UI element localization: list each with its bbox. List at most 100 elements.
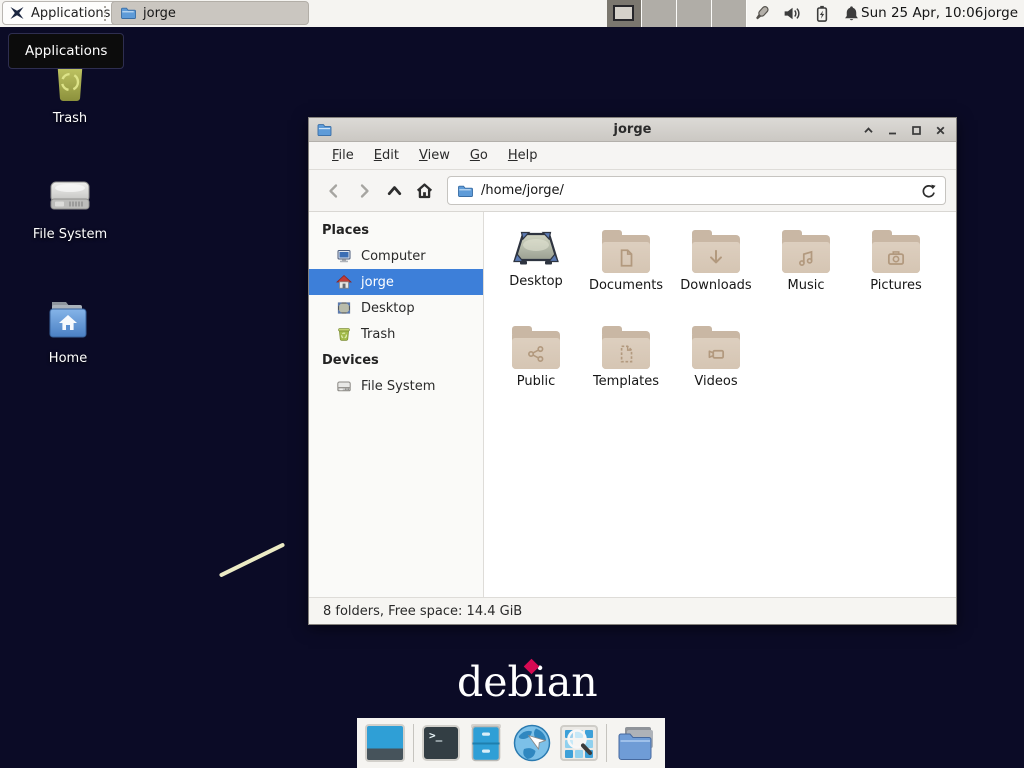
harddrive-icon — [46, 172, 94, 220]
dock-separator — [413, 724, 414, 762]
file-item-label: Templates — [593, 374, 659, 389]
workspace-3[interactable] — [677, 0, 712, 27]
toolbar: /home/jorge/ — [309, 170, 956, 212]
file-manager-launcher[interactable] — [468, 723, 504, 763]
path-bar[interactable]: /home/jorge/ — [447, 176, 946, 205]
taskbar-item-label: jorge — [143, 6, 176, 21]
home-button[interactable] — [409, 176, 439, 206]
file-item-label: Public — [517, 374, 555, 389]
menu-item-go[interactable]: Go — [460, 143, 498, 168]
file-item-documents[interactable]: Documents — [581, 225, 671, 321]
system-tray — [752, 0, 861, 27]
terminal-icon: >_ — [429, 729, 442, 742]
show-desktop-button[interactable] — [365, 724, 405, 762]
sidebar-item-label: Computer — [361, 249, 426, 264]
workspace-window-thumb — [613, 5, 634, 21]
sidebar-item-computer[interactable]: Computer — [309, 243, 483, 269]
pathbar-folder-icon — [457, 183, 473, 199]
file-item-downloads[interactable]: Downloads — [671, 225, 761, 321]
menu-item-view[interactable]: View — [409, 143, 460, 168]
file-item-label: Desktop — [509, 274, 563, 289]
sidebar-header-devices: Devices — [309, 347, 483, 373]
sidebar-item-label: jorge — [361, 275, 394, 290]
menu-item-file[interactable]: File — [322, 143, 364, 168]
status-text: 8 folders, Free space: 14.4 GiB — [323, 604, 522, 619]
minimize-button[interactable] — [885, 123, 900, 138]
terminal-launcher[interactable]: >_ — [422, 725, 460, 761]
shade-button[interactable] — [861, 123, 876, 138]
workspace-4[interactable] — [712, 0, 747, 27]
window-title: jorge — [309, 122, 956, 137]
sidebar-item-label: Trash — [361, 327, 395, 342]
file-item-templates[interactable]: Templates — [581, 321, 671, 417]
files-panel[interactable]: Desktop Documents Download — [484, 212, 956, 597]
dock-separator — [606, 724, 607, 762]
path-value[interactable]: /home/jorge/ — [481, 183, 564, 198]
back-button[interactable] — [319, 176, 349, 206]
applications-tooltip: Applications — [8, 33, 124, 69]
web-browser-launcher[interactable] — [512, 723, 552, 763]
workspace-1[interactable] — [607, 0, 642, 27]
clock[interactable]: Sun 25 Apr, 10:06 — [861, 0, 983, 27]
desktop-icon-label: Trash — [53, 111, 87, 126]
drive-mini-icon — [336, 378, 352, 394]
folder-videos-icon — [690, 325, 742, 369]
top-panel: Applications jorge Sun 25 Apr, 10:06 jor… — [0, 0, 1024, 27]
forward-button[interactable] — [349, 176, 379, 206]
file-item-public[interactable]: Public — [491, 321, 581, 417]
workspace-2[interactable] — [642, 0, 677, 27]
sidebar-item-label: File System — [361, 379, 435, 394]
taskbar-folder-icon — [120, 5, 136, 21]
panel-grip[interactable] — [104, 6, 108, 21]
file-manager-window: jorge File Edit View Go Help — [308, 117, 957, 625]
username-label[interactable]: jorge — [984, 0, 1018, 27]
desktop-icon-label: Home — [49, 351, 87, 366]
up-button[interactable] — [379, 176, 409, 206]
sidebar-item-file-system[interactable]: File System — [309, 373, 483, 399]
file-item-videos[interactable]: Videos — [671, 321, 761, 417]
battery-icon[interactable] — [812, 4, 831, 23]
window-titlebar[interactable]: jorge — [309, 118, 956, 142]
menu-item-edit[interactable]: Edit — [364, 143, 409, 168]
applications-button[interactable]: Applications — [2, 1, 120, 25]
home-icon — [336, 274, 352, 290]
desktop-icon-home[interactable]: Home — [20, 296, 116, 366]
file-item-music[interactable]: Music — [761, 225, 851, 321]
sidebar-item-desktop[interactable]: Desktop — [309, 295, 483, 321]
folder-templates-icon — [600, 325, 652, 369]
desktop-icon-file-system[interactable]: File System — [22, 172, 118, 242]
applications-button-label: Applications — [31, 6, 110, 21]
sidebar-item-jorge[interactable]: jorge — [309, 269, 483, 295]
workspace-switcher[interactable] — [607, 0, 747, 27]
xfce-menu-icon — [9, 5, 25, 21]
sidebar: Places Computer jorge Desktop — [309, 212, 484, 597]
folder-public-icon — [510, 325, 562, 369]
computer-icon — [336, 248, 352, 264]
notifications-bell-icon[interactable] — [842, 4, 861, 23]
file-item-desktop[interactable]: Desktop — [491, 225, 581, 321]
file-item-label: Documents — [589, 278, 663, 293]
input-device-icon[interactable] — [752, 4, 771, 23]
folder-pictures-icon — [870, 229, 922, 273]
desktop-folder-icon — [510, 225, 562, 269]
desktop-icon-label: File System — [33, 227, 107, 242]
application-finder-launcher[interactable] — [560, 725, 598, 761]
reload-button[interactable] — [920, 183, 936, 199]
folder-documents-icon — [600, 229, 652, 273]
debian-logo: debian — [457, 660, 598, 705]
menu-bar: File Edit View Go Help — [309, 142, 956, 170]
close-button[interactable] — [933, 123, 948, 138]
sidebar-item-label: Desktop — [361, 301, 415, 316]
sidebar-item-trash[interactable]: Trash — [309, 321, 483, 347]
home-folder-icon — [43, 296, 93, 344]
taskbar-item-jorge[interactable]: jorge — [111, 1, 309, 25]
file-item-pictures[interactable]: Pictures — [851, 225, 941, 321]
maximize-button[interactable] — [909, 123, 924, 138]
file-item-label: Pictures — [870, 278, 921, 293]
volume-icon[interactable] — [782, 4, 801, 23]
menu-item-help[interactable]: Help — [498, 143, 548, 168]
directory-menu-launcher[interactable] — [615, 724, 657, 762]
file-item-label: Videos — [694, 374, 737, 389]
desktop-scratch-line — [219, 542, 285, 577]
status-bar: 8 folders, Free space: 14.4 GiB — [309, 597, 956, 624]
